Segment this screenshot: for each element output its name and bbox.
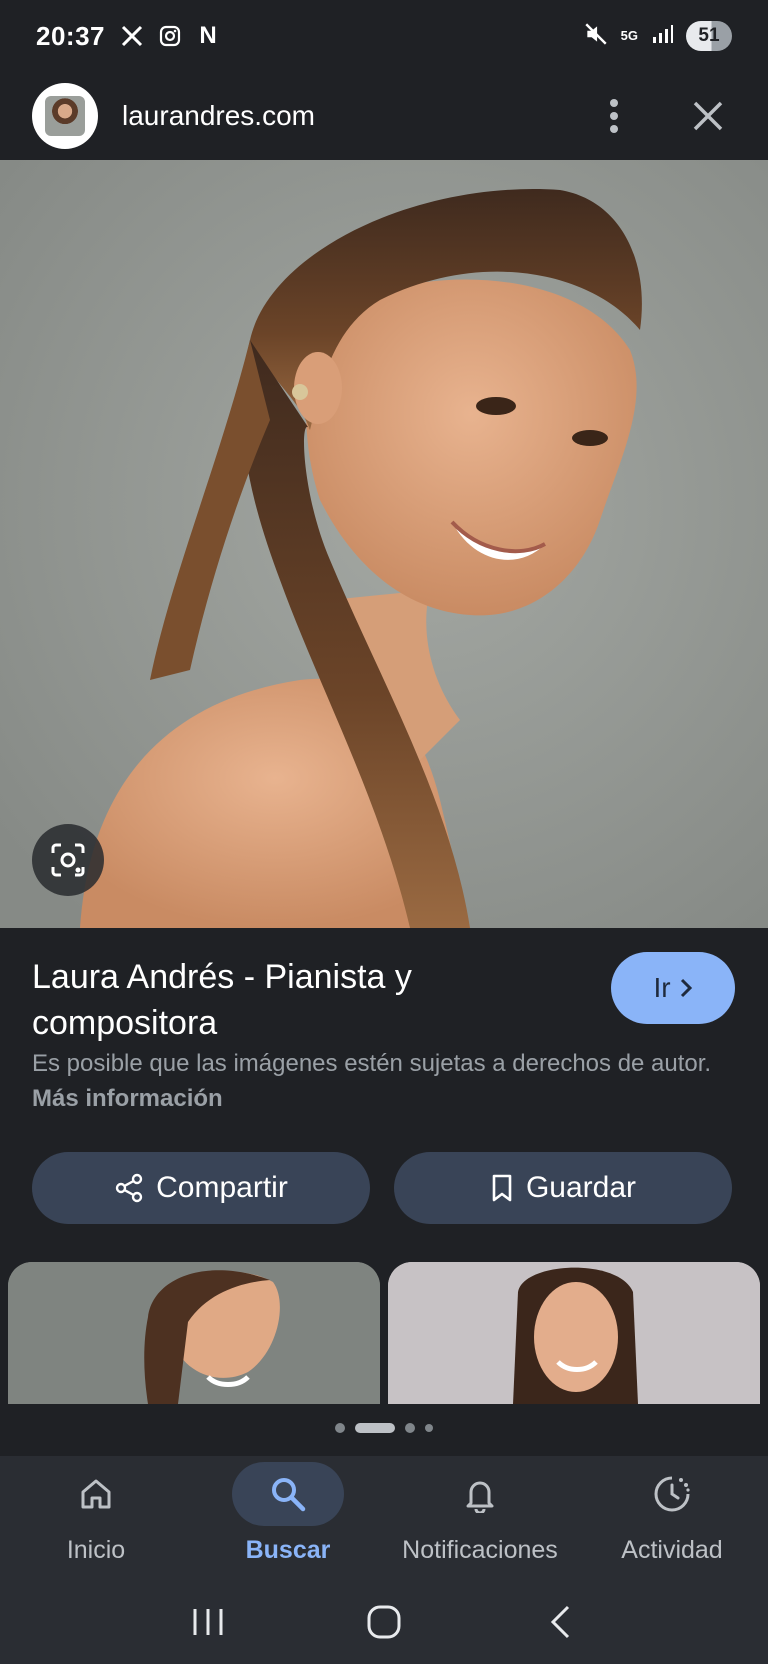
pager-dot	[425, 1424, 433, 1432]
google-lens-button[interactable]	[32, 824, 104, 896]
site-domain[interactable]: laurandres.com	[122, 100, 315, 132]
netflix-icon: N	[199, 22, 217, 49]
more-vert-icon	[610, 99, 618, 133]
instagram-icon	[157, 23, 183, 49]
nav-item-actividad[interactable]: Actividad	[576, 1456, 768, 1580]
save-button[interactable]: Guardar	[394, 1152, 732, 1224]
related-image-1[interactable]	[8, 1262, 380, 1404]
recents-icon	[193, 1609, 223, 1635]
network-type: 5G	[620, 28, 638, 43]
signal-icon	[650, 22, 674, 51]
nav-label: Inicio	[66, 1536, 126, 1564]
status-bar: 20:37 N 5G 51	[0, 0, 768, 72]
related-image-2[interactable]	[388, 1262, 760, 1404]
site-favicon[interactable]	[32, 83, 98, 149]
bookmark-icon	[492, 1174, 512, 1202]
nav-label: Actividad	[621, 1536, 723, 1564]
activity-icon	[654, 1476, 690, 1512]
home-icon	[81, 1479, 111, 1509]
system-indicators: 5G 51	[583, 21, 732, 52]
nav-pill	[424, 1462, 536, 1526]
nav-pill	[40, 1462, 152, 1526]
copyright-notice: Es posible que las imágenes estén sujeta…	[32, 1046, 732, 1116]
nav-pill-active	[232, 1462, 344, 1526]
bell-icon	[466, 1481, 494, 1513]
copyright-text: Es posible que las imágenes estén sujeta…	[32, 1050, 712, 1077]
nav-label: Notificaciones	[402, 1536, 558, 1564]
related-photo-2	[388, 1262, 760, 1404]
battery-indicator: 51	[686, 21, 732, 51]
portrait-photo	[0, 160, 768, 928]
nav-label: Buscar	[245, 1536, 331, 1564]
visit-button[interactable]: Ir	[611, 952, 735, 1024]
mute-icon	[583, 21, 609, 52]
carousel-indicator	[0, 1420, 768, 1436]
close-icon	[693, 101, 723, 131]
related-images	[0, 1262, 768, 1404]
search-icon	[272, 1478, 306, 1512]
favicon-image	[45, 96, 85, 136]
status-time: 20:37	[36, 20, 105, 51]
system-navigation-bar	[0, 1580, 768, 1664]
pager-dot	[335, 1423, 345, 1433]
main-image[interactable]	[0, 160, 768, 928]
back-chevron-icon	[550, 1605, 570, 1639]
result-title[interactable]: Laura Andrés - Pianista y compositora	[32, 954, 572, 1046]
x-icon	[119, 23, 145, 49]
back-button[interactable]	[530, 1592, 590, 1652]
save-label: Guardar	[525, 1171, 637, 1204]
lens-icon	[51, 843, 85, 877]
nav-pill	[616, 1462, 728, 1526]
nav-item-notificaciones[interactable]: Notificaciones	[384, 1456, 576, 1580]
chevron-right-icon	[680, 978, 692, 998]
recent-apps-button[interactable]	[178, 1592, 238, 1652]
pager-dot-active	[355, 1423, 395, 1433]
share-button[interactable]: Compartir	[32, 1152, 370, 1224]
home-circle-icon	[367, 1605, 401, 1639]
more-info-link[interactable]: Más información	[32, 1085, 223, 1112]
close-button[interactable]	[680, 88, 736, 144]
related-photo-1	[8, 1262, 380, 1404]
share-icon	[115, 1173, 143, 1203]
share-label: Compartir	[156, 1171, 288, 1204]
more-options-button[interactable]	[586, 88, 642, 144]
notification-icons: N	[119, 22, 221, 49]
nav-item-buscar[interactable]: Buscar	[192, 1456, 384, 1580]
site-header: laurandres.com	[0, 72, 768, 160]
nav-item-inicio[interactable]: Inicio	[0, 1456, 192, 1580]
bottom-navigation: Inicio Buscar Notificaciones Actividad	[0, 1456, 768, 1580]
home-system-button[interactable]	[354, 1592, 414, 1652]
pager-dot	[405, 1423, 415, 1433]
visit-label: Ir	[653, 972, 671, 1003]
image-info-panel: Laura Andrés - Pianista y compositora Ir…	[0, 928, 768, 1224]
